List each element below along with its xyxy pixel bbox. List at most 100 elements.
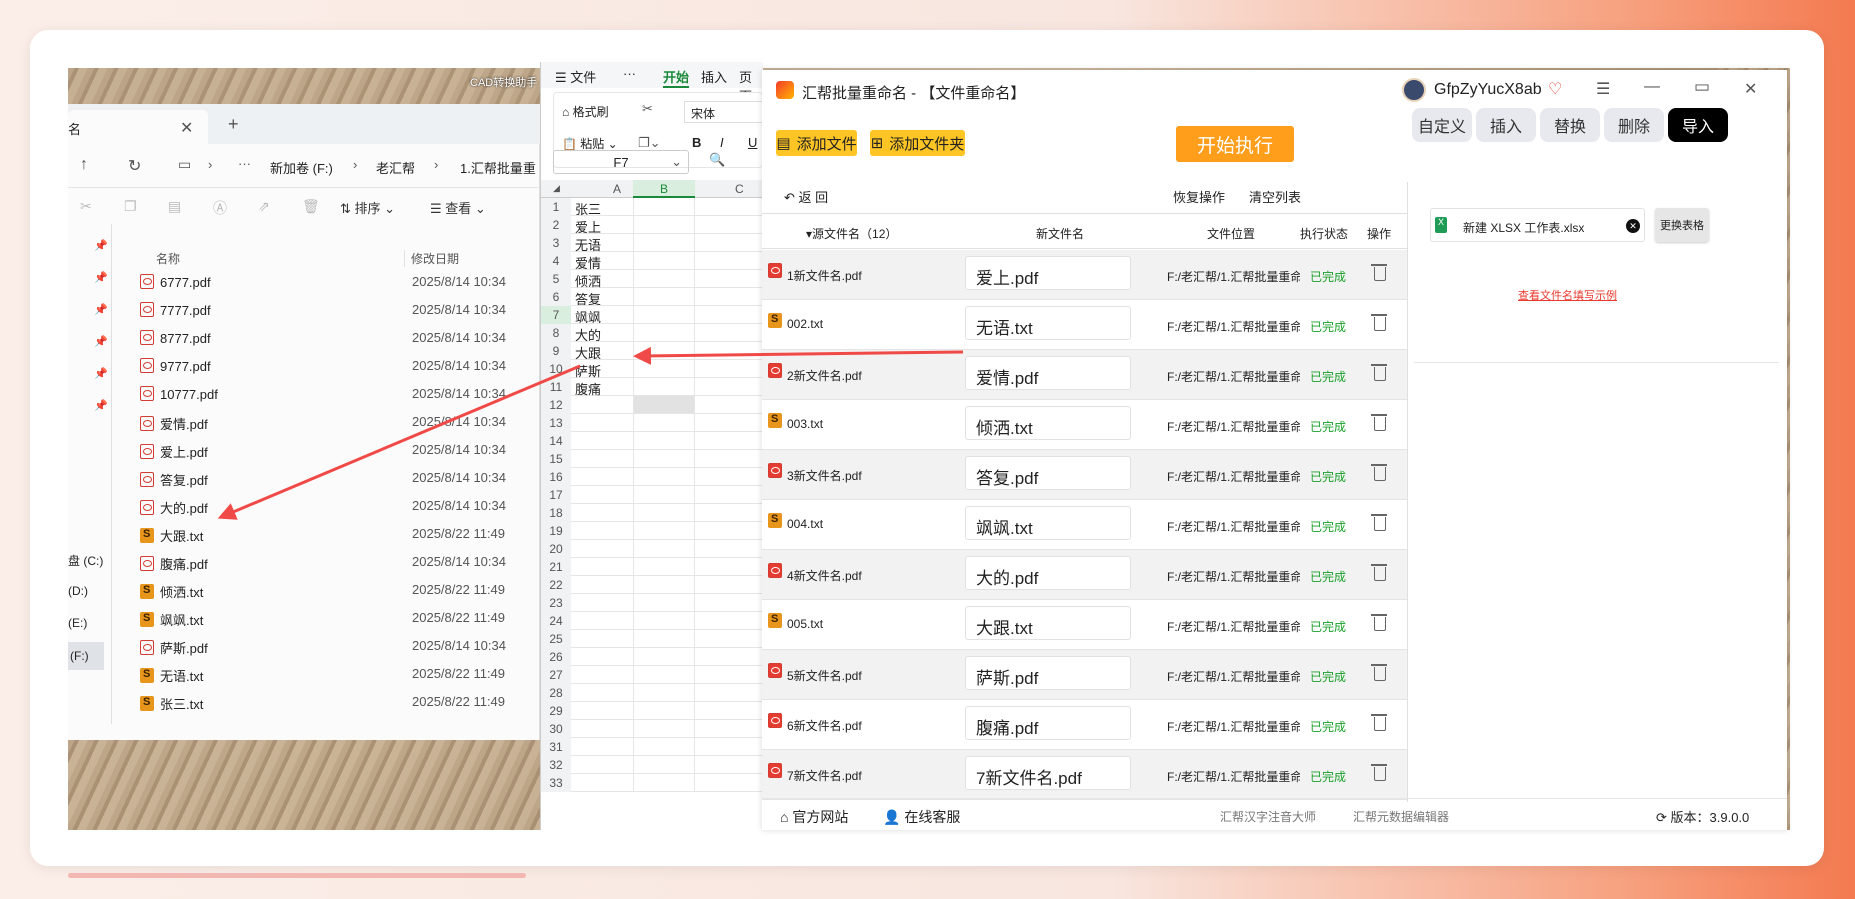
cell-b[interactable] [633, 504, 695, 521]
rename-row[interactable]: 1新文件名.pdf 爱上.pdf F:/老汇帮/1.汇帮批量重命 已完成 [762, 250, 1407, 300]
new-file-name-input[interactable]: 无语.txt [965, 306, 1131, 340]
footer-link-metadata[interactable]: 汇帮元数据编辑器 [1353, 808, 1449, 825]
rename-row[interactable]: 004.txt 飒飒.txt F:/老汇帮/1.汇帮批量重命已完成 [762, 500, 1407, 550]
example-link[interactable]: 查看文件名填写示例 [1518, 287, 1617, 303]
rename-row[interactable]: 4新文件名.pdf 大的.pdf F:/老汇帮/1.汇帮批量重命 已完成 [762, 550, 1407, 600]
drive-d[interactable]: (D:) [68, 584, 88, 598]
file-row[interactable]: 爱情.pdf 2025/8/14 10:34 [140, 414, 530, 438]
menu-home[interactable]: 开始 [663, 67, 690, 88]
tab-replace[interactable]: 替换 [1540, 108, 1600, 142]
menu-insert[interactable]: 插入 [701, 67, 727, 86]
refresh-icon[interactable]: ↻ [128, 156, 141, 176]
italic-button[interactable]: I [720, 135, 724, 150]
rename-row[interactable]: 2新文件名.pdf 爱情.pdf F:/老汇帮/1.汇帮批量重命 已完成 [762, 350, 1407, 400]
new-file-name-input[interactable]: 飒飒.txt [965, 506, 1131, 540]
cell-b[interactable] [633, 468, 695, 485]
cell-b[interactable] [633, 648, 695, 665]
search-icon[interactable]: 🔍 [709, 152, 725, 168]
row-number[interactable]: 24 [541, 612, 571, 630]
row-number[interactable]: 32 [541, 756, 571, 774]
row-number[interactable]: 9 [541, 342, 571, 360]
trash-icon[interactable] [1371, 764, 1387, 781]
monitor-icon[interactable]: ▭ [178, 156, 191, 173]
row-number[interactable]: 22 [541, 576, 571, 594]
start-execute-button[interactable]: 开始执行 [1176, 126, 1294, 162]
file-row[interactable]: 张三.txt 2025/8/22 11:49 [140, 694, 530, 718]
tab-custom[interactable]: 自定义 [1412, 108, 1472, 142]
row-number[interactable]: 21 [541, 558, 571, 576]
cell-b[interactable] [633, 270, 695, 287]
underline-button[interactable]: U [748, 135, 757, 150]
view-button[interactable]: ☰ 查看 ⌄ [430, 198, 486, 217]
drive-f[interactable]: (F:) [68, 642, 104, 670]
row-number[interactable]: 25 [541, 630, 571, 648]
column-date-header[interactable]: 修改日期 [404, 250, 459, 267]
trash-icon[interactable] [1371, 664, 1387, 681]
cell-b[interactable] [633, 594, 695, 611]
trash-icon[interactable] [1371, 414, 1387, 431]
row-number[interactable]: 5 [541, 270, 571, 288]
cell-b[interactable] [633, 450, 695, 467]
cell-b[interactable] [633, 486, 695, 503]
footer-link-pinyin[interactable]: 汇帮汉字注音大师 [1220, 808, 1316, 825]
new-file-name-input[interactable]: 倾洒.txt [965, 406, 1131, 440]
rename-row[interactable]: 3新文件名.pdf 答复.pdf F:/老汇帮/1.汇帮批量重命 已完成 [762, 450, 1407, 500]
rename-row[interactable]: 003.txt 倾洒.txt F:/老汇帮/1.汇帮批量重命已完成 [762, 400, 1407, 450]
format-brush-button[interactable]: ⌂ 格式刷 [562, 103, 609, 120]
trash-icon[interactable] [1371, 564, 1387, 581]
file-row[interactable]: 6777.pdf 2025/8/14 10:34 [140, 274, 530, 298]
minimize-icon[interactable]: — [1644, 78, 1660, 96]
file-row[interactable]: 9777.pdf 2025/8/14 10:34 [140, 358, 530, 382]
cell-b[interactable] [633, 216, 695, 233]
row-number[interactable]: 31 [541, 738, 571, 756]
rename-row[interactable]: 7新文件名.pdf 7新文件名.pdf F:/老汇帮/1.汇帮批量重命 已完成 [762, 750, 1407, 800]
replace-table-button[interactable]: 更换表格 [1655, 208, 1709, 242]
clear-list-button[interactable]: 清空列表 [1249, 187, 1301, 206]
maximize-icon[interactable]: ▭ [1694, 77, 1710, 97]
rename-row[interactable]: 5新文件名.pdf 萨斯.pdf F:/老汇帮/1.汇帮批量重命 已完成 [762, 650, 1407, 700]
row-number[interactable]: 23 [541, 594, 571, 612]
cell-b[interactable] [633, 252, 695, 269]
trash-icon[interactable] [1371, 614, 1387, 631]
font-select[interactable]: 宋体 [684, 101, 764, 123]
tab-insert[interactable]: 插入 [1476, 108, 1536, 142]
row-number[interactable]: 15 [541, 450, 571, 468]
file-row[interactable]: 萨斯.pdf 2025/8/14 10:34 [140, 638, 530, 662]
more-icon[interactable]: ··· [238, 156, 251, 171]
delete-icon[interactable]: 🗑 [302, 198, 320, 215]
cell-b[interactable] [633, 630, 695, 647]
cell-b[interactable] [633, 198, 695, 215]
drive-c[interactable]: 盘 (C:) [68, 552, 103, 569]
cell-b[interactable] [633, 396, 695, 413]
new-file-name-input[interactable]: 爱情.pdf [965, 356, 1131, 390]
file-row[interactable]: 8777.pdf 2025/8/14 10:34 [140, 330, 530, 354]
rename-row[interactable]: 005.txt 大跟.txt F:/老汇帮/1.汇帮批量重命已完成 [762, 600, 1407, 650]
cell-b[interactable] [633, 234, 695, 251]
cell-b[interactable] [633, 666, 695, 683]
cell-b[interactable] [633, 684, 695, 701]
trash-icon[interactable] [1371, 314, 1387, 331]
file-row[interactable]: 倾洒.txt 2025/8/22 11:49 [140, 582, 530, 606]
official-site-link[interactable]: ⌂ 官方网站 [780, 807, 848, 827]
new-file-name-input[interactable]: 7新文件名.pdf [965, 756, 1131, 790]
share-icon[interactable]: ⇗ [258, 198, 270, 215]
tab-delete[interactable]: 删除 [1604, 108, 1664, 142]
row-number[interactable]: 6 [541, 288, 571, 306]
row-number[interactable]: 2 [541, 216, 571, 234]
row-number[interactable]: 18 [541, 504, 571, 522]
file-row[interactable]: 10777.pdf 2025/8/14 10:34 [140, 386, 530, 410]
row-number[interactable]: 11 [541, 378, 571, 396]
file-row[interactable]: 无语.txt 2025/8/22 11:49 [140, 666, 530, 690]
bold-button[interactable]: B [692, 135, 701, 150]
cell-b[interactable] [633, 756, 695, 773]
row-number[interactable]: 16 [541, 468, 571, 486]
cell-b[interactable] [633, 342, 695, 359]
tab-import[interactable]: 导入 [1668, 108, 1728, 142]
row-number[interactable]: 17 [541, 486, 571, 504]
trash-icon[interactable] [1371, 464, 1387, 481]
cell-b[interactable] [633, 738, 695, 755]
close-tab-icon[interactable]: ✕ [180, 118, 193, 138]
sort-button[interactable]: ⇅ 排序 ⌄ [340, 198, 395, 217]
cell-b[interactable] [633, 720, 695, 737]
menu-icon[interactable]: ☰ [1596, 79, 1610, 99]
